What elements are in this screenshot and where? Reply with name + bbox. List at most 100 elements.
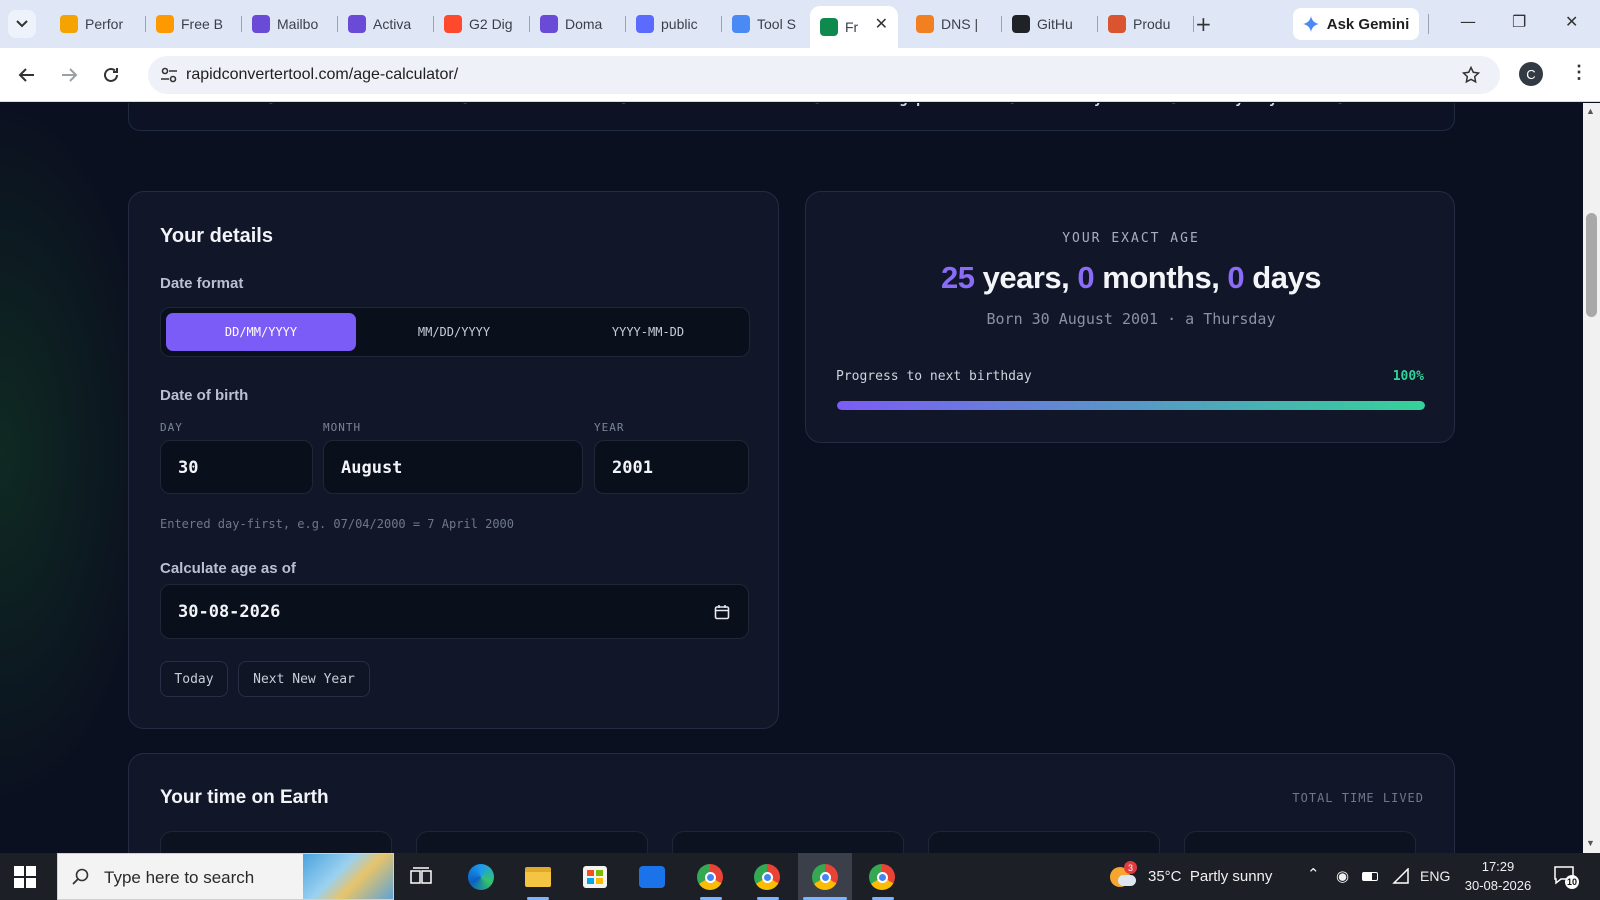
browser-tab[interactable]: GitHu	[1002, 8, 1098, 40]
stat-box	[1184, 831, 1416, 853]
search-icon	[72, 868, 89, 885]
format-option-mdy[interactable]: MM/DD/YYYY	[359, 313, 549, 351]
back-arrow-icon	[18, 68, 34, 82]
browser-tab[interactable]: Doma	[530, 8, 626, 40]
browser-tab[interactable]: Perfor	[50, 8, 146, 40]
scroll-down-arrow-icon[interactable]: ▼	[1586, 838, 1595, 848]
file-explorer-icon[interactable]	[522, 861, 554, 893]
system-clock[interactable]: 17:29 30-08-2026	[1462, 857, 1534, 895]
ticker-separator: ●	[1336, 103, 1344, 107]
chrome-profile-1-icon[interactable]	[694, 861, 726, 893]
bookmark-star-icon[interactable]	[1462, 66, 1480, 84]
format-option-ymd[interactable]: YYYY-MM-DD	[553, 313, 743, 351]
new-tab-button[interactable]: +	[1195, 12, 1212, 36]
reload-icon	[104, 67, 118, 82]
browser-tab[interactable]: Fr ✕	[810, 6, 898, 48]
browser-tab[interactable]: DNS |	[906, 8, 1002, 40]
forward-button[interactable]	[54, 60, 84, 90]
edge-icon[interactable]	[465, 861, 497, 893]
outlook-icon[interactable]	[636, 861, 668, 893]
chrome-profile-2-icon[interactable]	[751, 861, 783, 893]
day-value: 30	[178, 458, 199, 478]
tab-title: Doma	[565, 16, 603, 32]
wifi-icon[interactable]	[1392, 868, 1410, 884]
battery-icon[interactable]	[1362, 872, 1378, 881]
ticker-city-time: 17:29	[763, 103, 805, 107]
scroll-up-arrow-icon[interactable]: ▲	[1586, 106, 1595, 116]
ticker-city: New York 07:59 ●	[141, 103, 275, 107]
browser-tab[interactable]: Free B	[146, 8, 242, 40]
restore-button[interactable]: ❐	[1512, 12, 1526, 31]
as-of-date-input[interactable]: 30-08-2026	[160, 584, 749, 639]
task-view-icon[interactable]	[405, 861, 437, 893]
store-icon[interactable]	[579, 861, 611, 893]
back-button[interactable]	[12, 60, 42, 90]
taskbar-search[interactable]: Type here to search	[57, 853, 394, 900]
ticker-separator: ●	[461, 103, 469, 107]
tab-search-button[interactable]	[8, 10, 36, 38]
address-bar[interactable]: rapidconvertertool.com/age-calculator/	[148, 56, 1500, 94]
tab-title: Tool S	[757, 16, 796, 32]
browser-tab[interactable]: Tool S	[722, 8, 810, 40]
calendar-icon[interactable]	[714, 604, 730, 620]
weather-text[interactable]: 35°C Partly sunny	[1148, 868, 1272, 885]
scrollbar-thumb[interactable]	[1586, 213, 1597, 317]
browser-tab[interactable]: Activa	[338, 8, 434, 40]
ticker-city-time: 21:59	[1286, 103, 1328, 107]
divider	[1428, 14, 1429, 34]
language-indicator[interactable]: ENG	[1420, 868, 1450, 884]
chevron-down-icon	[16, 20, 28, 28]
today-button[interactable]: Today	[160, 661, 228, 697]
format-hint: Entered day-first, e.g. 07/04/2000 = 7 A…	[160, 517, 515, 531]
rapidconverter-icon	[820, 18, 838, 36]
taskbar-search-placeholder: Type here to search	[104, 868, 255, 887]
menu-dots-icon[interactable]: ⋮	[1570, 62, 1588, 83]
details-title: Your details	[160, 225, 273, 247]
date-format-selector: DD/MM/YYYY MM/DD/YYYY YYYY-MM-DD	[160, 307, 750, 357]
ticker-city-name: Singapore	[874, 103, 950, 107]
tab-title: DNS |	[941, 16, 979, 32]
notification-count: 10	[1565, 875, 1580, 889]
profile-avatar[interactable]: C	[1519, 62, 1543, 86]
year-label: YEAR	[594, 421, 625, 434]
browser-tab[interactable]: public	[626, 8, 722, 40]
chrome-profile-4-icon[interactable]	[866, 861, 898, 893]
minimize-button[interactable]: —	[1460, 12, 1476, 31]
month-select[interactable]: August	[323, 440, 583, 494]
ticker-city: New Delhi 17:29 ●	[679, 103, 821, 107]
close-window-button[interactable]: ✕	[1565, 12, 1578, 31]
format-option-dmy[interactable]: DD/MM/YYYY	[166, 313, 356, 351]
months-word: months,	[1094, 260, 1228, 295]
tab-title: public	[661, 16, 698, 32]
month-value: August	[341, 458, 403, 478]
tab-separator	[1193, 16, 1194, 32]
ticker-city: Lo	[1394, 103, 1411, 107]
site-settings-icon[interactable]	[160, 67, 178, 83]
producthunt-icon	[1108, 15, 1126, 33]
ask-gemini-button[interactable]: Ask Gemini	[1293, 8, 1419, 40]
browser-tab[interactable]: Produ	[1098, 8, 1194, 40]
ticker-separator: ●	[267, 103, 275, 107]
year-input[interactable]: 2001	[594, 440, 749, 494]
ticker-city-time: 08:59	[411, 103, 453, 107]
reload-button[interactable]	[96, 60, 126, 90]
browser-tab[interactable]: Mailbo	[242, 8, 338, 40]
stat-box	[672, 831, 904, 853]
chrome-profile-3-icon[interactable]	[809, 861, 841, 893]
weather-icon[interactable]: 3	[1110, 861, 1137, 889]
meet-now-icon[interactable]: ◉	[1336, 867, 1349, 885]
browser-tab[interactable]: G2 Dig	[434, 8, 530, 40]
stat-box	[928, 831, 1160, 853]
ticker-city-name: Dubai	[519, 103, 561, 107]
close-tab-icon[interactable]: ✕	[875, 14, 888, 33]
notification-center-icon[interactable]: 10	[1553, 865, 1580, 889]
next-new-year-button[interactable]: Next New Year	[238, 661, 370, 697]
day-input[interactable]: 30	[160, 440, 313, 494]
month-label: MONTH	[323, 421, 362, 434]
stat-box	[160, 831, 392, 853]
windows-start-icon[interactable]	[14, 866, 36, 888]
tab-strip: Perfor Free B Mailbo Activa G2 Dig Doma public…	[0, 0, 1600, 48]
chevron-up-icon[interactable]: ⌃	[1307, 865, 1320, 883]
ticker-city-time: 20:59	[1119, 103, 1161, 107]
weather-badge: 3	[1124, 861, 1137, 874]
